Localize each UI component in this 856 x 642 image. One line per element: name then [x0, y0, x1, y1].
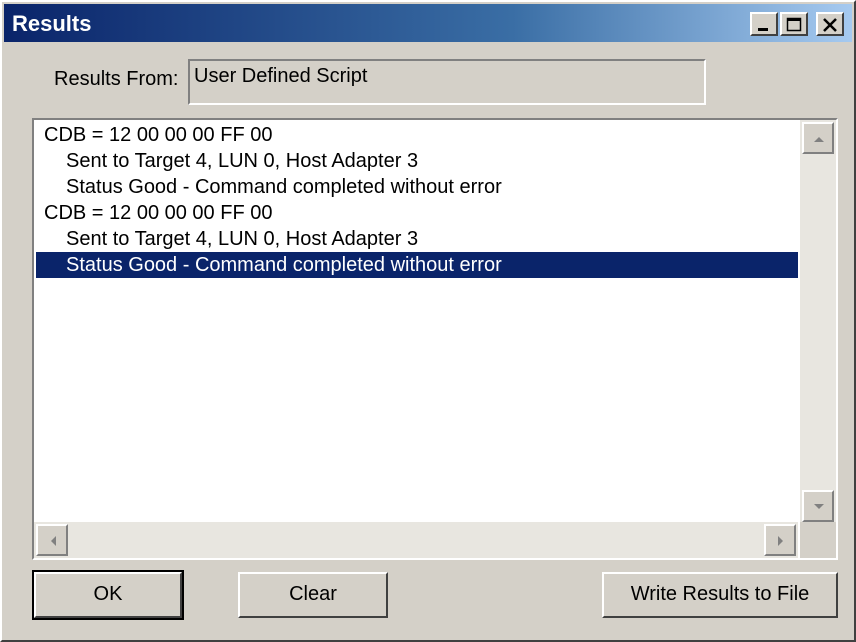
- minimize-button[interactable]: [750, 12, 778, 36]
- result-line[interactable]: Sent to Target 4, LUN 0, Host Adapter 3: [36, 148, 798, 174]
- minimize-icon: [758, 28, 768, 31]
- results-from-field: User Defined Script: [188, 59, 706, 105]
- clear-button[interactable]: Clear: [238, 572, 388, 618]
- vertical-scrollbar[interactable]: [800, 120, 836, 522]
- results-window: Results Results From: User Defined Scrip…: [0, 0, 856, 642]
- close-button[interactable]: [816, 12, 844, 36]
- scroll-left-button[interactable]: [36, 524, 68, 556]
- results-from-label: Results From:: [54, 68, 179, 90]
- arrow-up-icon: [814, 137, 824, 142]
- horizontal-scrollbar[interactable]: [34, 522, 798, 558]
- scroll-corner: [800, 522, 836, 558]
- result-line[interactable]: CDB = 12 00 00 00 FF 00: [36, 122, 798, 148]
- result-line[interactable]: CDB = 12 00 00 00 FF 00: [36, 200, 798, 226]
- write-results-button[interactable]: Write Results to File: [602, 572, 838, 618]
- close-icon: [823, 18, 837, 32]
- scroll-down-button[interactable]: [802, 490, 834, 522]
- maximize-button[interactable]: [780, 12, 808, 36]
- arrow-left-icon: [51, 536, 56, 546]
- ok-button[interactable]: OK: [32, 570, 184, 620]
- arrow-down-icon: [814, 504, 824, 509]
- maximize-icon: [786, 17, 802, 32]
- result-line[interactable]: Sent to Target 4, LUN 0, Host Adapter 3: [36, 226, 798, 252]
- scroll-up-button[interactable]: [802, 122, 834, 154]
- title-bar[interactable]: Results: [4, 4, 852, 42]
- results-listbox[interactable]: CDB = 12 00 00 00 FF 00 Sent to Target 4,…: [32, 118, 838, 560]
- results-list[interactable]: CDB = 12 00 00 00 FF 00 Sent to Target 4,…: [36, 122, 798, 524]
- scroll-right-button[interactable]: [764, 524, 796, 556]
- result-line[interactable]: Status Good - Command completed without …: [36, 252, 798, 278]
- arrow-right-icon: [778, 536, 783, 546]
- window-title: Results: [12, 11, 92, 36]
- result-line[interactable]: Status Good - Command completed without …: [36, 174, 798, 200]
